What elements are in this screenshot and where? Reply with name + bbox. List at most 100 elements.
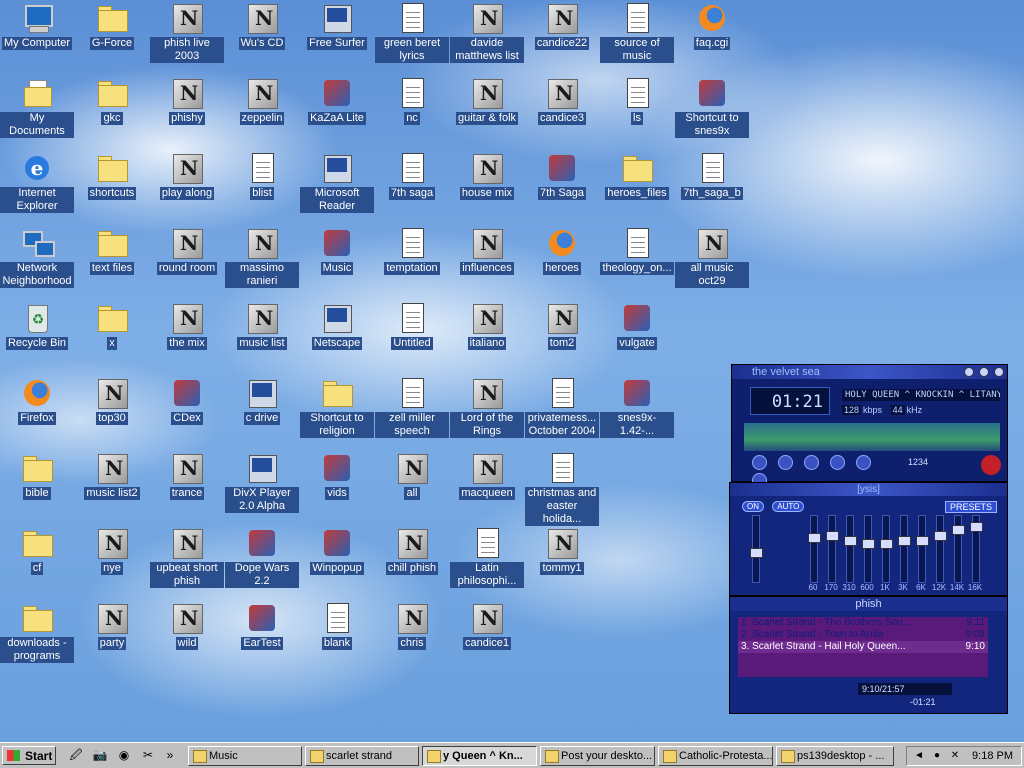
desktop-icon[interactable]: temptation — [375, 227, 449, 275]
eq-presets-button[interactable]: PRESETS — [944, 501, 997, 513]
desktop-icon[interactable]: Ncandice1 — [450, 602, 524, 650]
desktop-icon[interactable]: Nguitar & folk — [450, 77, 524, 125]
desktop-icon[interactable]: privatemess... October 2004 — [525, 377, 599, 438]
taskbar-button[interactable]: Catholic-Protesta... — [658, 746, 773, 766]
eq-band-slider[interactable] — [970, 515, 983, 583]
volume-icon[interactable]: ◄ — [913, 750, 925, 762]
eq-knob[interactable] — [934, 531, 947, 541]
desktop-icon[interactable]: Nall music oct29 — [675, 227, 749, 288]
desktop-icon[interactable]: text files — [75, 227, 149, 275]
eq-auto-button[interactable]: AUTO — [772, 501, 805, 512]
desktop-icon[interactable]: Nphishy — [150, 77, 224, 125]
desktop-icon[interactable]: Nchris — [375, 602, 449, 650]
camera-icon[interactable]: 📷 — [92, 747, 108, 763]
desktop-icon[interactable]: Nall — [375, 452, 449, 500]
desktop-icon[interactable]: Network Neighborhood — [0, 227, 74, 288]
desktop-icon[interactable]: Ntrance — [150, 452, 224, 500]
desktop-icon[interactable]: Nwild — [150, 602, 224, 650]
winamp-logo-icon[interactable] — [981, 455, 1001, 475]
desktop-icon[interactable]: Nitaliano — [450, 302, 524, 350]
desktop-icon[interactable]: nc — [375, 77, 449, 125]
eq-knob[interactable] — [808, 533, 821, 543]
desktop-icon[interactable]: Nzeppelin — [225, 77, 299, 125]
network-icon[interactable]: ● — [931, 750, 943, 762]
winamp-titlebar[interactable]: the velvet sea — [732, 365, 1007, 379]
desktop-icon[interactable]: Free Surfer — [300, 2, 374, 50]
winamp-playlist-window[interactable]: phish 1. Scarlet Strand - The Brothers S… — [729, 596, 1008, 714]
next-button[interactable] — [856, 455, 872, 470]
desktop-icon[interactable]: ♻ Recycle Bin — [0, 302, 74, 350]
close-button[interactable] — [994, 367, 1004, 377]
eq-band-slider[interactable] — [952, 515, 965, 583]
taskbar-button[interactable]: scarlet strand — [305, 746, 419, 766]
desktop-icon[interactable]: vulgate — [600, 302, 674, 350]
desktop-icon[interactable]: Untitled — [375, 302, 449, 350]
desktop-icon[interactable]: Winpopup — [300, 527, 374, 575]
stop-button[interactable] — [830, 455, 846, 470]
desktop-icon[interactable]: DivX Player 2.0 Alpha — [225, 452, 299, 513]
desktop-icon[interactable]: zell miller speech — [375, 377, 449, 438]
desktop-icon[interactable]: N Wu's CD — [225, 2, 299, 50]
desktop-icon[interactable]: Shortcut to religion — [300, 377, 374, 438]
eq-knob[interactable] — [826, 531, 839, 541]
desktop-icon[interactable]: Nchill phish — [375, 527, 449, 575]
eq-band-slider[interactable] — [862, 515, 875, 583]
desktop-icon[interactable]: My Computer — [0, 2, 74, 50]
playlist-item[interactable]: 1. Scarlet Strand - The Brothers Sou... 9… — [738, 617, 988, 629]
desktop-icon[interactable]: christmas and easter holida... — [525, 452, 599, 526]
desktop-icon[interactable]: Ntop30 — [75, 377, 149, 425]
eq-band-slider[interactable] — [844, 515, 857, 583]
desktop-icon[interactable]: Nround room — [150, 227, 224, 275]
desktop-icon[interactable]: blist — [225, 152, 299, 200]
time-display[interactable]: 01:21 — [750, 387, 830, 415]
desktop-icon[interactable]: vids — [300, 452, 374, 500]
app-icon[interactable]: ✂ — [140, 747, 156, 763]
desktop-icon[interactable]: Ncandice22 — [525, 2, 599, 50]
equalizer-title[interactable]: [ysis] — [730, 483, 1007, 496]
eq-band-slider[interactable] — [898, 515, 911, 583]
clock[interactable]: 9:18 PM — [972, 747, 1013, 765]
desktop-icon[interactable]: 7th Saga — [525, 152, 599, 200]
desktop-icon[interactable]: Microsoft Reader — [300, 152, 374, 213]
desktop-icon[interactable]: Shortcut to snes9x — [675, 77, 749, 138]
desktop-icon[interactable]: Music — [300, 227, 374, 275]
desktop-icon[interactable]: KaZaA Lite — [300, 77, 374, 125]
start-button[interactable]: Start — [2, 746, 56, 765]
show-desktop-icon[interactable]: 🖉 — [68, 747, 84, 763]
desktop-icon[interactable]: Nphish live 2003 — [150, 2, 224, 63]
desktop-icon[interactable]: downloads - programs — [0, 602, 74, 663]
eq-knob[interactable] — [898, 536, 911, 546]
firefox-icon[interactable]: ◉ — [116, 747, 132, 763]
desktop-icon[interactable]: N Lord of the Rings — [450, 377, 524, 438]
taskbar-button[interactable]: ps139desktop - ... — [776, 746, 894, 766]
desktop-icon[interactable]: x — [75, 302, 149, 350]
desktop-icon[interactable]: EarTest — [225, 602, 299, 650]
desktop-icon[interactable]: snes9x-1.42-... — [600, 377, 674, 438]
desktop-icon[interactable]: heroes_files — [600, 152, 674, 200]
desktop-icon[interactable]: Nmusic list — [225, 302, 299, 350]
desktop-icon[interactable]: Latin philosophi... — [450, 527, 524, 588]
playlist-title[interactable]: phish — [730, 597, 1007, 611]
desktop-icon[interactable]: Ncandice3 — [525, 77, 599, 125]
desktop-icon[interactable]: source of music — [600, 2, 674, 63]
desktop-icon[interactable]: 7th_saga_b — [675, 152, 749, 200]
playlist-list[interactable]: 1. Scarlet Strand - The Brothers Sou... 9… — [738, 617, 988, 677]
eq-on-button[interactable]: ON — [742, 501, 764, 512]
eq-band-slider[interactable] — [934, 515, 947, 583]
desktop-icon[interactable]: cf — [0, 527, 74, 575]
pause-button[interactable] — [804, 455, 820, 470]
desktop-icon[interactable]: Nparty — [75, 602, 149, 650]
desktop-icon[interactable]: faq.cgi — [675, 2, 749, 50]
desktop-icon[interactable]: Nthe mix — [150, 302, 224, 350]
desktop-icon[interactable]: e Internet Explorer — [0, 152, 74, 213]
eq-knob[interactable] — [862, 539, 875, 549]
quicklaunch-more-icon[interactable]: » — [162, 747, 178, 763]
playlist-item[interactable]: 3. Scarlet Strand - Hail Holy Queen... 9:… — [738, 641, 988, 653]
eq-knob[interactable] — [844, 536, 857, 546]
eq-band-slider[interactable] — [880, 515, 893, 583]
previous-button[interactable] — [752, 455, 767, 470]
desktop-icon[interactable]: Nhouse mix — [450, 152, 524, 200]
desktop-icon[interactable]: theology_on... — [600, 227, 674, 275]
desktop-icon[interactable]: bible — [0, 452, 74, 500]
desktop-icon[interactable]: shortcuts — [75, 152, 149, 200]
